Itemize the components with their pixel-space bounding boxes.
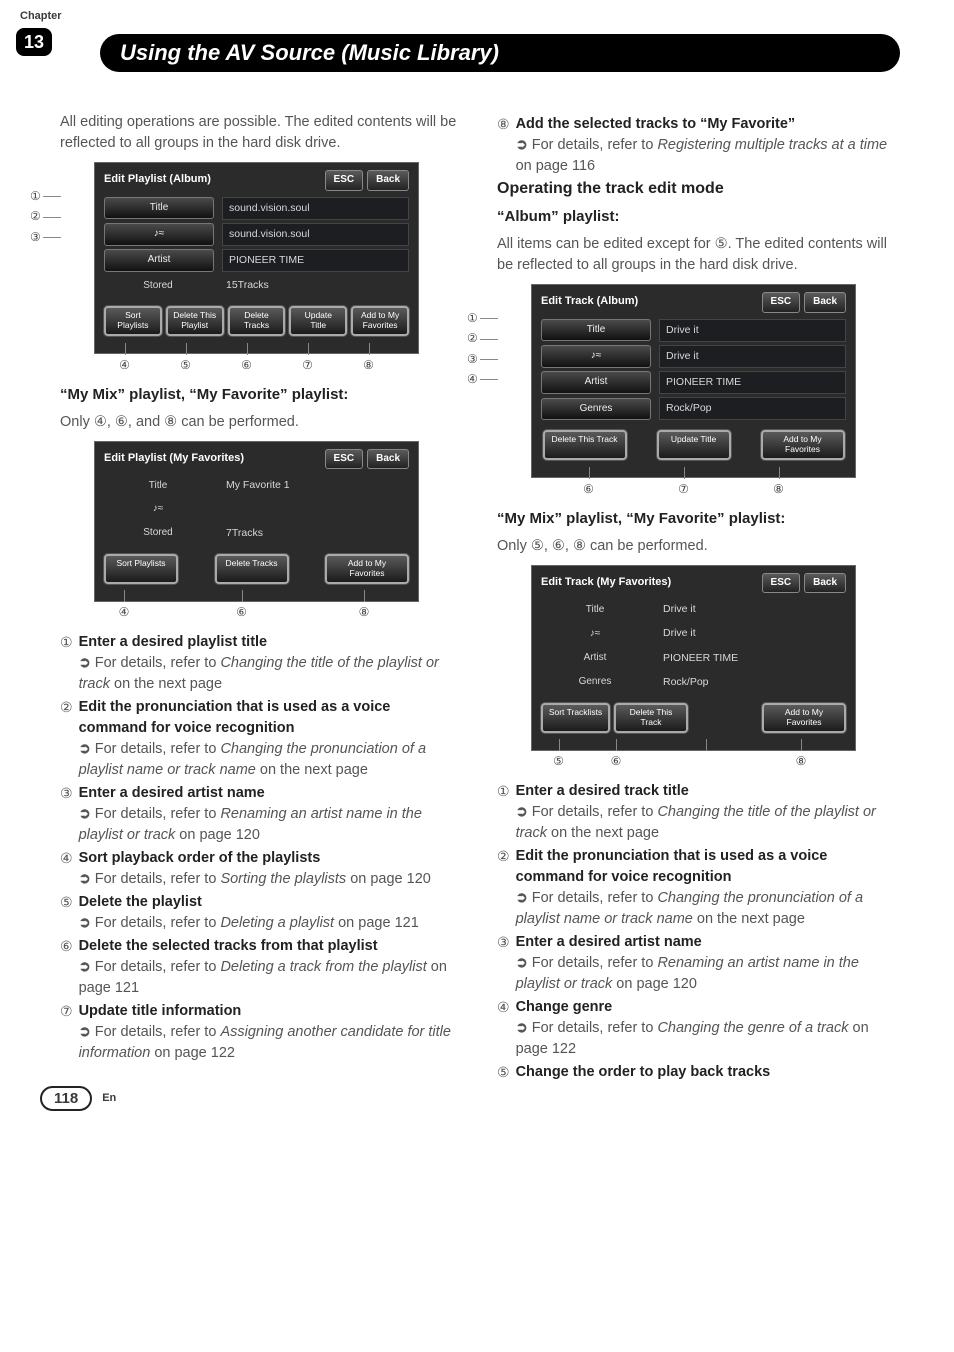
ref-arrow-icon	[516, 955, 532, 971]
screenshot-edit-playlist-favorites: Edit Playlist (My Favorites) ESC Back Ti…	[94, 441, 419, 602]
callouts-bottom: ⑤ ⑥ ⑧	[497, 753, 836, 770]
ref-arrow-icon	[79, 915, 95, 931]
callouts-left: ① ② ③ ④	[467, 310, 498, 389]
list-item: ⑧ Add the selected tracks to “My Favorit…	[497, 114, 894, 177]
back-button[interactable]: Back	[804, 292, 846, 313]
esc-button[interactable]: ESC	[325, 449, 364, 470]
mymix-text: Only ⑤, ⑥, ⑧ can be performed.	[497, 536, 894, 557]
right-column: ⑧ Add the selected tracks to “My Favorit…	[497, 112, 894, 1083]
sort-tracklists-button[interactable]: Sort Tracklists	[541, 703, 610, 733]
ref-arrow-icon	[79, 741, 95, 757]
field-pronunciation[interactable]: ♪≈	[541, 345, 651, 368]
ref-arrow-icon	[79, 1024, 95, 1040]
album-text: All items can be edited except for ⑤. Th…	[497, 234, 894, 276]
field-artist[interactable]: Artist	[104, 249, 214, 272]
ref-arrow-icon	[79, 959, 95, 975]
update-title-button[interactable]: Update Title	[289, 306, 347, 336]
item-title: Enter a desired artist name	[79, 783, 457, 804]
album-heading: “Album” playlist:	[497, 206, 894, 228]
mymix-heading: “My Mix” playlist, “My Favorite” playlis…	[60, 384, 457, 406]
shot-title: Edit Track (Album)	[541, 294, 638, 310]
item-title: Sort playback order of the playlists	[79, 848, 457, 869]
screenshot-edit-playlist-album: Edit Playlist (Album) ESC Back Titlesoun…	[94, 162, 419, 354]
field-genres[interactable]: Genres	[541, 398, 651, 421]
left-column: All editing operations are possible. The…	[60, 112, 457, 1083]
list-item: ④Change genreFor details, refer to Chang…	[497, 997, 894, 1060]
item-title: Change the order to play back tracks	[516, 1062, 894, 1083]
delete-this-playlist-button[interactable]: Delete This Playlist	[166, 306, 224, 336]
list-item: ⑤Change the order to play back tracks	[497, 1062, 894, 1083]
item-title: Enter a desired track title	[516, 781, 894, 802]
list-items: ①Enter a desired track titleFor details,…	[497, 781, 894, 1083]
screenshot-edit-track-favorites: Edit Track (My Favorites) ESC Back Title…	[531, 565, 856, 751]
screenshot-edit-track-album: Edit Track (Album) ESC Back TitleDrive i…	[531, 284, 856, 478]
ref-arrow-icon	[516, 890, 532, 906]
esc-button[interactable]: ESC	[325, 170, 364, 191]
page-title: Using the AV Source (Music Library)	[100, 34, 900, 72]
back-button[interactable]: Back	[367, 449, 409, 470]
shot-title: Edit Playlist (Album)	[104, 172, 211, 188]
item-title: Change genre	[516, 997, 894, 1018]
list-item: ⑤Delete the playlistFor details, refer t…	[60, 892, 457, 934]
add-to-favorites-button[interactable]: Add to My Favorites	[325, 554, 409, 584]
mymix-text: Only ④, ⑥, and ⑧ can be performed.	[60, 412, 457, 433]
list-items: ①Enter a desired playlist titleFor detai…	[60, 632, 457, 1064]
sort-playlists-button[interactable]: Sort Playlists	[104, 306, 162, 336]
shot-title: Edit Playlist (My Favorites)	[104, 451, 244, 467]
field-pronunciation[interactable]: ♪≈	[104, 223, 214, 246]
delete-this-track-button[interactable]: Delete This Track	[543, 430, 627, 460]
field-artist[interactable]: Artist	[541, 371, 651, 394]
item-title: Add the selected tracks to “My Favorite”	[516, 114, 894, 135]
list-item: ①Enter a desired playlist titleFor detai…	[60, 632, 457, 695]
section-heading: Operating the track edit mode	[497, 177, 894, 200]
list-item: ③Enter a desired artist nameFor details,…	[497, 932, 894, 995]
update-title-button[interactable]: Update Title	[657, 430, 731, 460]
list-item: ⑥Delete the selected tracks from that pl…	[60, 936, 457, 999]
list-item: ⑦Update title informationFor details, re…	[60, 1001, 457, 1064]
item-title: Delete the selected tracks from that pla…	[79, 936, 457, 957]
esc-button[interactable]: ESC	[762, 292, 801, 313]
list-item: ②Edit the pronunciation that is used as …	[497, 846, 894, 930]
list-item: ③Enter a desired artist nameFor details,…	[60, 783, 457, 846]
item-title: Update title information	[79, 1001, 457, 1022]
ref-arrow-icon	[79, 806, 95, 822]
delete-this-track-button[interactable]: Delete This Track	[614, 703, 688, 733]
list-item: ②Edit the pronunciation that is used as …	[60, 697, 457, 781]
item-title: Enter a desired playlist title	[79, 632, 457, 653]
ref-arrow-icon	[516, 137, 532, 153]
callouts-left: ① ② ③	[30, 188, 61, 246]
esc-button[interactable]: ESC	[762, 573, 801, 594]
ref-arrow-icon	[516, 1020, 532, 1036]
shot-title: Edit Track (My Favorites)	[541, 575, 671, 591]
page-number: 118	[40, 1086, 92, 1111]
item-title: Edit the pronunciation that is used as a…	[79, 697, 457, 739]
list-item: ④Sort playback order of the playlistsFor…	[60, 848, 457, 890]
field-title[interactable]: Title	[104, 197, 214, 220]
footer-lang: En	[102, 1092, 116, 1104]
add-to-favorites-button[interactable]: Add to My Favorites	[762, 703, 846, 733]
chapter-number-badge: 13	[16, 28, 52, 56]
list-item: ①Enter a desired track titleFor details,…	[497, 781, 894, 844]
delete-tracks-button[interactable]: Delete Tracks	[228, 306, 286, 336]
back-button[interactable]: Back	[367, 170, 409, 191]
ref-arrow-icon	[79, 871, 95, 887]
chapter-label: Chapter	[20, 10, 62, 22]
field-title[interactable]: Title	[541, 319, 651, 342]
ref-arrow-icon	[79, 655, 95, 671]
mymix-heading: “My Mix” playlist, “My Favorite” playlis…	[497, 508, 894, 530]
item-title: Enter a desired artist name	[516, 932, 894, 953]
back-button[interactable]: Back	[804, 573, 846, 594]
item-title: Edit the pronunciation that is used as a…	[516, 846, 894, 888]
add-to-favorites-button[interactable]: Add to My Favorites	[351, 306, 409, 336]
ref-arrow-icon	[516, 804, 532, 820]
callouts-bottom: ⑥ ⑦ ⑧	[497, 481, 836, 498]
delete-tracks-button[interactable]: Delete Tracks	[215, 554, 289, 584]
intro-text: All editing operations are possible. The…	[60, 112, 457, 154]
callouts-bottom: ④ ⑤ ⑥ ⑦ ⑧	[60, 357, 399, 374]
item-title: Delete the playlist	[79, 892, 457, 913]
sort-playlists-button[interactable]: Sort Playlists	[104, 554, 178, 584]
field-stored: Stored	[104, 276, 212, 297]
callouts-bottom: ④ ⑥ ⑧	[60, 604, 399, 621]
add-to-favorites-button[interactable]: Add to My Favorites	[761, 430, 845, 460]
